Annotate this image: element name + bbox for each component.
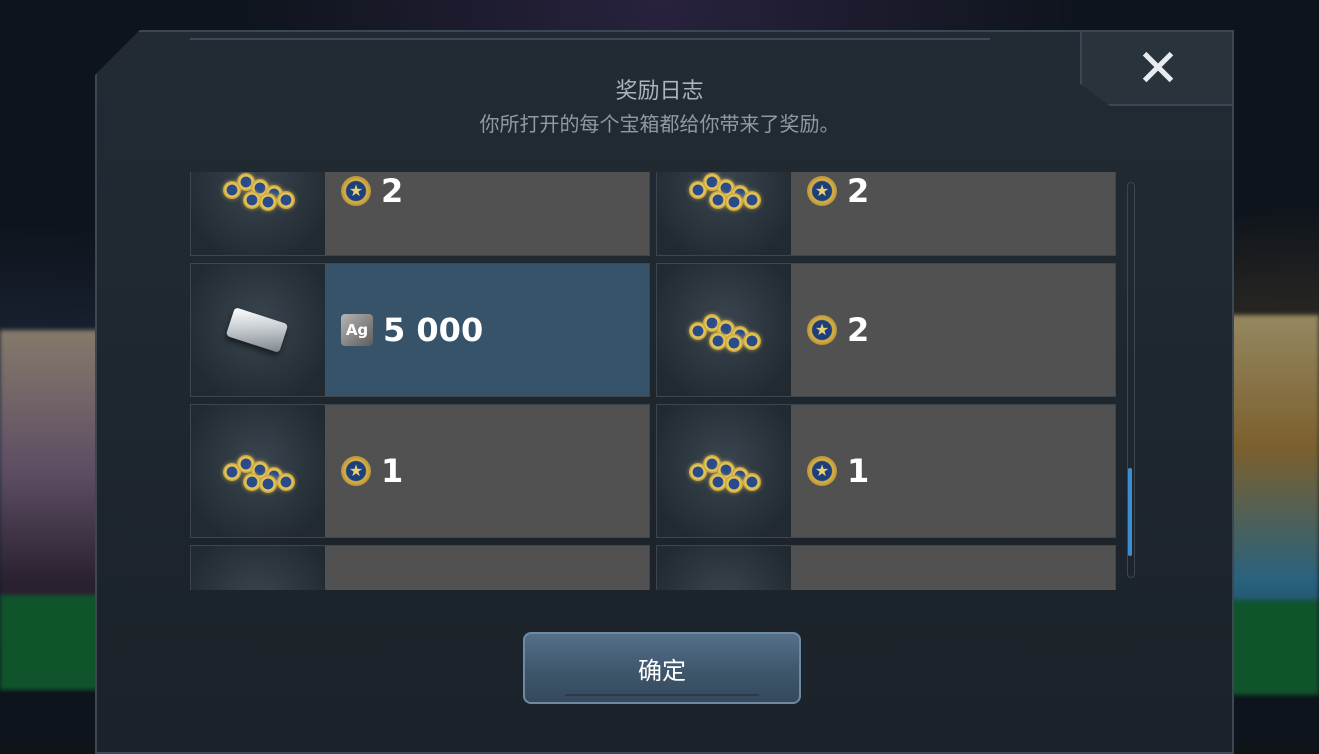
star-coin-icon: ★ [341,176,371,206]
reward-amount: 1 [381,452,403,490]
reward-body: ★ 2 [325,172,649,255]
reward-body: ★ 1 [791,405,1115,537]
reward-amount: 2 [847,311,869,349]
reward-item [190,545,650,590]
dialog-top-trim [190,38,990,50]
reward-thumb [657,264,791,396]
silver-bar-icon [226,307,289,353]
reward-body: ★ 2 [791,264,1115,396]
coin-pile-icon [685,308,765,352]
star-coin-icon: ★ [807,315,837,345]
coin-pile-icon [685,172,765,211]
reward-body: ★ 1 [325,405,649,537]
reward-thumb [657,172,791,255]
reward-list[interactable]: ★ 2 ★ 2 Ag 5 000 [190,172,1120,590]
confirm-button-label: 确定 [638,651,686,686]
reward-item: ★ 1 [656,404,1116,538]
reward-thumb [191,405,325,537]
reward-item: ★ 2 [656,263,1116,397]
reward-thumb [191,546,325,590]
dialog-subtitle: 你所打开的每个宝箱都给你带来了奖励。 [0,108,1319,137]
reward-item: ★ 2 [190,172,650,256]
star-coin-icon: ★ [807,176,837,206]
dialog-title: 奖励日志 [0,73,1319,105]
reward-amount: 2 [847,172,869,210]
reward-thumb [191,264,325,396]
reward-amount: 1 [847,452,869,490]
scroll-thumb[interactable] [1128,468,1132,556]
reward-body: ★ 2 [791,172,1115,255]
reward-amount: 5 000 [383,311,483,349]
coin-pile-icon [219,449,299,493]
coin-pile-icon [219,172,299,211]
reward-body [791,546,1115,590]
scrollbar[interactable] [1127,182,1135,578]
confirm-button-trim [565,694,759,696]
confirm-button[interactable]: 确定 [523,632,801,704]
reward-item: ★ 1 [190,404,650,538]
reward-thumb [191,172,325,255]
reward-item: ★ 2 [656,172,1116,256]
star-coin-icon: ★ [807,456,837,486]
reward-thumb [657,405,791,537]
reward-item [656,545,1116,590]
reward-body: Ag 5 000 [325,264,649,396]
silver-ag-icon: Ag [341,314,373,346]
reward-item-highlighted: Ag 5 000 [190,263,650,397]
reward-thumb [657,546,791,590]
reward-body [325,546,649,590]
star-coin-icon: ★ [341,456,371,486]
coin-pile-icon [685,449,765,493]
reward-amount: 2 [381,172,403,210]
